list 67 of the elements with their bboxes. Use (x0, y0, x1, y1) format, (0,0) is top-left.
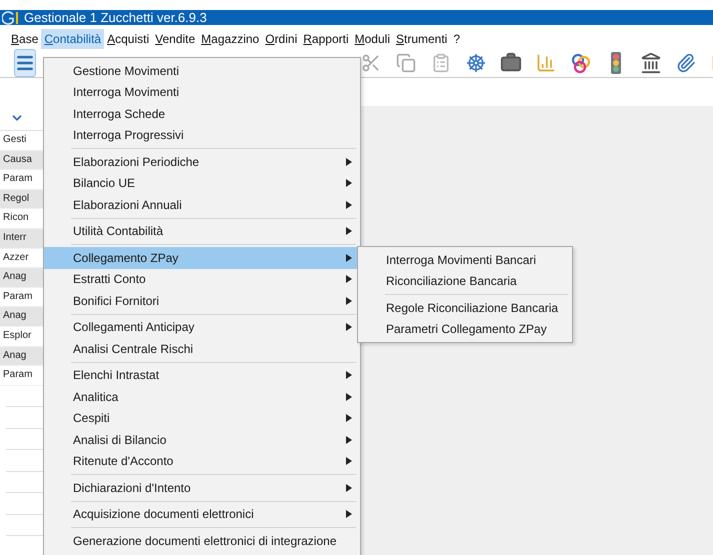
menu-bar-item[interactable]: Vendite (152, 29, 198, 49)
menu-item[interactable]: Riconciliazione Bancaria (358, 270, 572, 292)
submenu-arrow-icon (346, 296, 352, 305)
submenu-arrow-icon (346, 323, 352, 332)
menu-item[interactable]: Bilancio UE (44, 172, 360, 194)
menu-bar-item[interactable]: Rapporti (300, 29, 352, 49)
menu-bar-item[interactable]: ? (450, 29, 464, 49)
submenu-arrow-icon (346, 457, 352, 466)
menu-item[interactable]: Utilità Contabilità (44, 220, 360, 242)
menu-item[interactable]: Interroga Schede (44, 103, 360, 124)
menu-item[interactable]: Parametri Collegamento ZPay (358, 318, 572, 340)
panel-row[interactable]: Anag (0, 346, 44, 366)
menu-item[interactable]: Dichiarazioni d'Intento (44, 477, 360, 498)
menu-item[interactable]: Ritenute d'Acconto (44, 450, 360, 472)
menu-item[interactable]: Estratti Conto (44, 268, 360, 290)
submenu-arrow-icon (346, 254, 352, 262)
menu-bar-item[interactable]: Ordini (262, 29, 300, 49)
menu-bar-item[interactable]: Strumenti (392, 29, 450, 49)
panel-row[interactable]: Causa (0, 150, 44, 170)
menu-item[interactable]: Cespiti (44, 408, 360, 429)
submenu-arrow-icon (346, 392, 352, 401)
submenu-arrow-icon (346, 200, 352, 209)
panel-row[interactable]: Interr (0, 228, 44, 249)
menu-bar-item[interactable]: Acquisti (104, 29, 152, 49)
menu-item[interactable]: Interroga Movimenti Bancari (358, 249, 572, 270)
panel-row[interactable]: Regol (0, 190, 44, 210)
window-title: Gestionale 1 Zucchetti ver.6.9.3 (24, 10, 207, 25)
menu-item[interactable]: Bonifici Fornitori (44, 290, 360, 312)
menu-item[interactable]: Analitica (44, 386, 360, 408)
menu-bar-item[interactable]: Magazzino (198, 29, 262, 49)
traffic-light-icon[interactable] (610, 52, 622, 74)
panel-row[interactable]: Anag (0, 307, 44, 327)
paperclip-icon[interactable] (675, 52, 697, 74)
menu-item[interactable]: Elaborazioni Annuali (44, 194, 360, 216)
copy-icon[interactable] (395, 52, 417, 74)
submenu-arrow-icon (346, 414, 352, 422)
menu-item[interactable]: Regole Riconciliazione Bancaria (358, 297, 572, 318)
menu-item[interactable]: Analisi di Bilancio (44, 429, 360, 450)
submenu-arrow-icon (346, 484, 352, 492)
menu-item[interactable]: Generazione documenti elettronici di integrazione (44, 530, 360, 552)
panel-row[interactable]: Anag (0, 268, 44, 288)
menu-item[interactable]: Interroga Progressivi (44, 124, 360, 146)
submenu-arrow-icon (346, 510, 352, 518)
menu-item[interactable]: Collegamento ZPay (44, 247, 360, 268)
submenu-arrow-icon (346, 227, 352, 236)
app-logo-icon (2, 10, 20, 24)
menu-item[interactable]: Elenchi Intrastat (44, 364, 360, 386)
menu-bar-item[interactable]: Moduli (352, 29, 393, 49)
submenu-arrow-icon (346, 436, 352, 444)
submenu-arrow-icon (346, 371, 352, 380)
menu-item[interactable]: Collegamenti Anticipay (44, 316, 360, 338)
rings-icon[interactable] (570, 52, 592, 74)
submenu-arrow-icon (346, 158, 352, 166)
briefcase-icon[interactable] (500, 52, 522, 74)
ship-wheel-icon[interactable] (465, 52, 487, 74)
panel-row[interactable]: Azzer (0, 248, 44, 268)
bank-icon[interactable] (640, 52, 662, 74)
menu-item[interactable]: Elaborazioni Periodiche (44, 151, 360, 172)
menu-item[interactable]: Interroga Movimenti (44, 82, 360, 103)
submenu-arrow-icon (346, 275, 352, 284)
menu-button[interactable] (14, 49, 36, 77)
menu-item[interactable]: Acquisizione documenti elettronici (44, 504, 360, 525)
menu-item[interactable]: Analisi Centrale Rischi (44, 338, 360, 360)
menu-bar-item[interactable]: Contabilità (41, 29, 104, 49)
submenu-arrow-icon (346, 179, 352, 188)
menu-item[interactable]: Gestione Movimenti (44, 60, 360, 82)
menu-bar-item[interactable]: Base (8, 29, 42, 49)
